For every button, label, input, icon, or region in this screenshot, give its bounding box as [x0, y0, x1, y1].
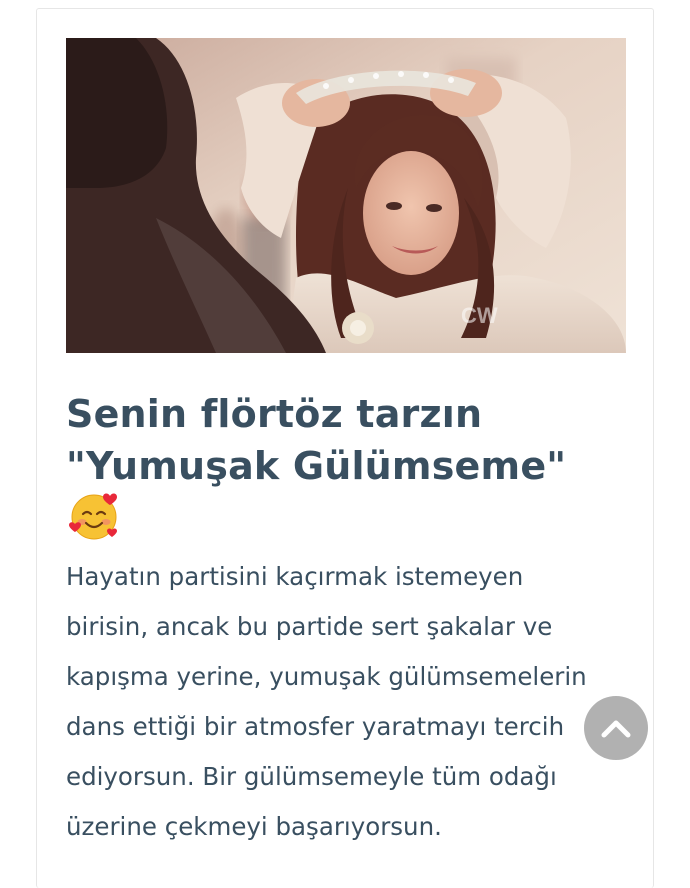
description-line: üzerine çekmeyi başarıyorsun.: [66, 812, 442, 841]
result-title: Senin flörtöz tarzın "Yumuşak Gülümseme": [66, 388, 646, 492]
scroll-to-top-button[interactable]: [584, 696, 648, 760]
result-title-line-1: Senin flörtöz tarzın: [66, 392, 483, 436]
description-line: kapışma yerine, yumuşak gülümsemelerin: [66, 662, 587, 691]
result-image: CW: [66, 38, 626, 353]
result-description: Hayatın partisini kaçırmak istemeyen bir…: [66, 552, 626, 852]
smiling-face-with-hearts-icon: [68, 490, 120, 542]
chevron-up-icon: [601, 720, 631, 738]
description-line: ediyorsun. Bir gülümsemeyle tüm odağı: [66, 762, 557, 791]
result-title-line-2: "Yumuşak Gülümseme": [66, 444, 567, 488]
description-line: Hayatın partisini kaçırmak istemeyen: [66, 562, 524, 591]
description-line: dans ettiği bir atmosfer yaratmayı terci…: [66, 712, 565, 741]
image-watermark: CW: [461, 303, 498, 328]
description-line: birisin, ancak bu partide sert şakalar v…: [66, 612, 553, 641]
